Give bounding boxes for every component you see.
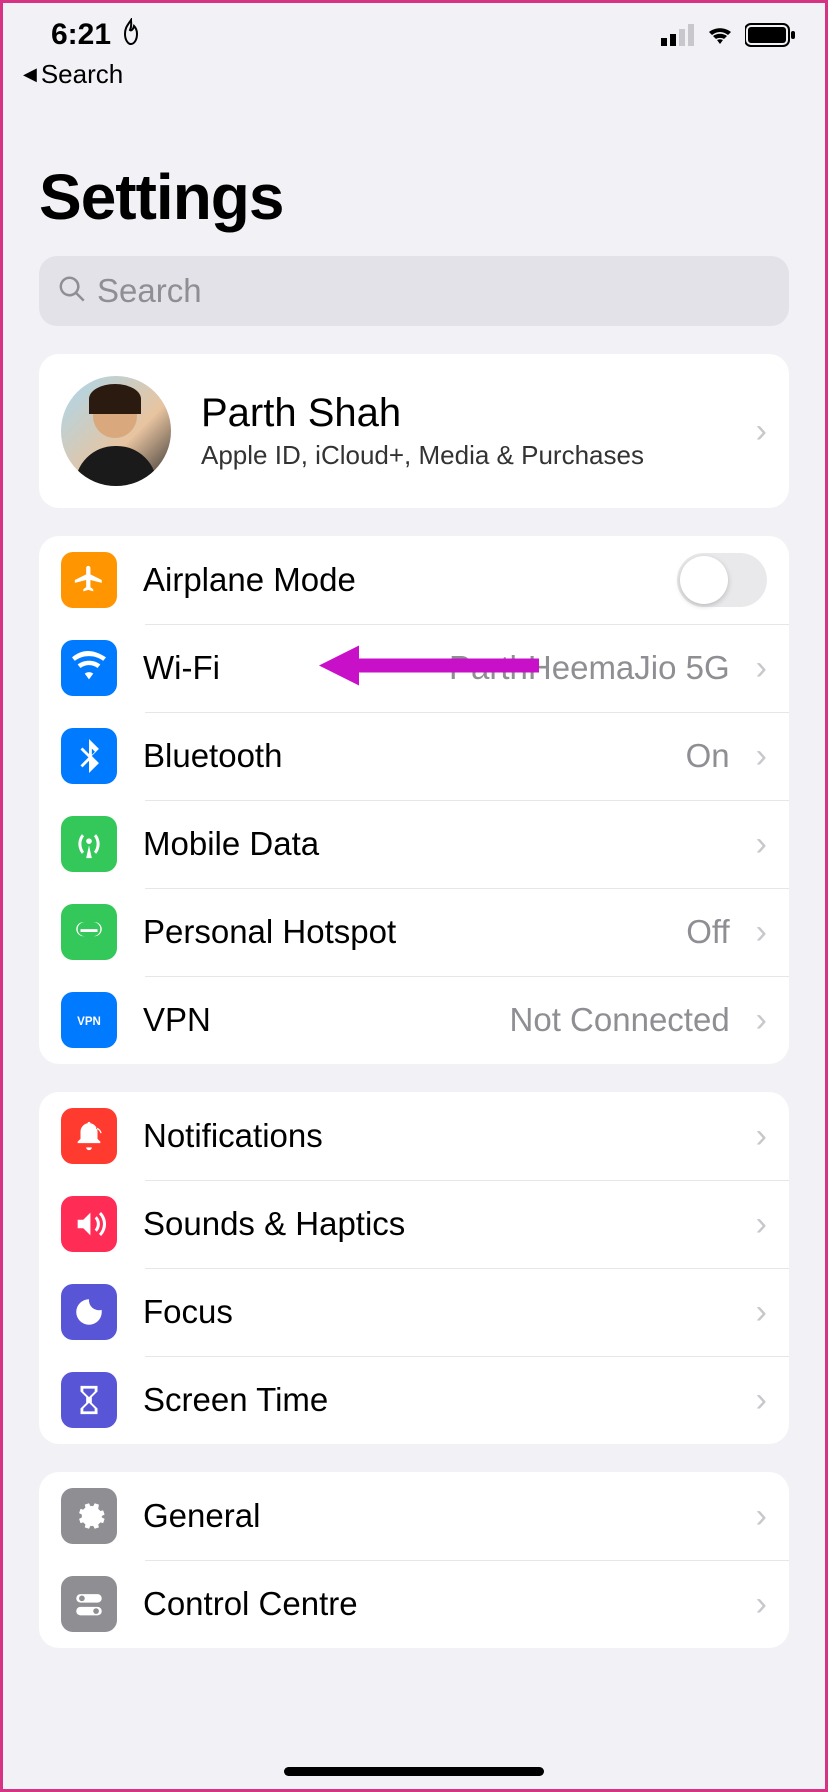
system-group: Notifications › Sounds & Haptics › Focus…: [39, 1092, 789, 1444]
sounds-label: Sounds & Haptics: [143, 1205, 730, 1243]
chevron-right-icon: ›: [756, 737, 767, 776]
annotation-arrow: [319, 641, 539, 696]
moon-icon: [61, 1284, 117, 1340]
svg-text:VPN: VPN: [77, 1016, 101, 1028]
toggles-icon: [61, 1576, 117, 1632]
back-navigation[interactable]: ◀ Search: [3, 53, 825, 90]
screentime-label: Screen Time: [143, 1381, 730, 1419]
control-centre-row[interactable]: Control Centre ›: [39, 1560, 789, 1648]
bell-icon: [61, 1108, 117, 1164]
profile-group: Parth Shah Apple ID, iCloud+, Media & Pu…: [39, 354, 789, 508]
hotspot-row[interactable]: Personal Hotspot Off ›: [39, 888, 789, 976]
sounds-row[interactable]: Sounds & Haptics ›: [39, 1180, 789, 1268]
speaker-icon: [61, 1196, 117, 1252]
airplane-label: Airplane Mode: [143, 561, 651, 599]
control-centre-label: Control Centre: [143, 1585, 730, 1623]
battery-icon: [745, 23, 795, 47]
focus-label: Focus: [143, 1293, 730, 1331]
mobile-data-label: Mobile Data: [143, 825, 730, 863]
chevron-right-icon: ›: [756, 1117, 767, 1156]
mobile-data-row[interactable]: Mobile Data ›: [39, 800, 789, 888]
bluetooth-value: On: [686, 737, 730, 775]
vpn-row[interactable]: VPN VPN Not Connected ›: [39, 976, 789, 1064]
chevron-right-icon: ›: [756, 1381, 767, 1420]
general-row[interactable]: General ›: [39, 1472, 789, 1560]
chevron-right-icon: ›: [756, 1293, 767, 1332]
back-label: Search: [41, 59, 123, 90]
hotspot-icon: [61, 904, 117, 960]
back-arrow-icon: ◀: [23, 64, 37, 85]
bluetooth-icon: [61, 728, 117, 784]
wifi-row[interactable]: Wi-Fi ParthHeemaJio 5G ›: [39, 624, 789, 712]
chevron-right-icon: ›: [756, 1497, 767, 1536]
screentime-row[interactable]: Screen Time ›: [39, 1356, 789, 1444]
wifi-icon: [61, 640, 117, 696]
chevron-right-icon: ›: [756, 412, 767, 451]
general-group: General › Control Centre ›: [39, 1472, 789, 1648]
profile-row[interactable]: Parth Shah Apple ID, iCloud+, Media & Pu…: [39, 354, 789, 508]
vpn-label: VPN: [143, 1001, 484, 1039]
gear-icon: [61, 1488, 117, 1544]
hourglass-icon: [61, 1372, 117, 1428]
profile-name: Parth Shah: [201, 391, 726, 436]
chevron-right-icon: ›: [756, 1001, 767, 1040]
notifications-row[interactable]: Notifications ›: [39, 1092, 789, 1180]
flame-icon: [119, 18, 143, 53]
status-time: 6:21: [51, 18, 111, 52]
antenna-icon: [61, 816, 117, 872]
airplane-icon: [61, 552, 117, 608]
hotspot-label: Personal Hotspot: [143, 913, 660, 951]
search-icon: [57, 274, 87, 309]
bluetooth-row[interactable]: Bluetooth On ›: [39, 712, 789, 800]
chevron-right-icon: ›: [756, 1585, 767, 1624]
vpn-icon: VPN: [61, 992, 117, 1048]
airplane-mode-row[interactable]: Airplane Mode: [39, 536, 789, 624]
chevron-right-icon: ›: [756, 913, 767, 952]
search-input[interactable]: Search: [39, 256, 789, 326]
notifications-label: Notifications: [143, 1117, 730, 1155]
focus-row[interactable]: Focus ›: [39, 1268, 789, 1356]
general-label: General: [143, 1497, 730, 1535]
connectivity-group: Airplane Mode Wi-Fi ParthHeemaJio 5G › B…: [39, 536, 789, 1064]
page-title: Settings: [3, 90, 825, 246]
cellular-signal-icon: [661, 24, 695, 46]
chevron-right-icon: ›: [756, 649, 767, 688]
home-indicator[interactable]: [284, 1767, 544, 1776]
chevron-right-icon: ›: [756, 825, 767, 864]
profile-subtitle: Apple ID, iCloud+, Media & Purchases: [201, 440, 726, 471]
airplane-toggle[interactable]: [677, 553, 767, 607]
avatar: [61, 376, 171, 486]
status-bar: 6:21: [3, 3, 825, 53]
wifi-status-icon: [705, 24, 735, 46]
hotspot-value: Off: [686, 913, 729, 951]
vpn-value: Not Connected: [510, 1001, 730, 1039]
bluetooth-label: Bluetooth: [143, 737, 660, 775]
chevron-right-icon: ›: [756, 1205, 767, 1244]
search-placeholder: Search: [97, 272, 202, 310]
